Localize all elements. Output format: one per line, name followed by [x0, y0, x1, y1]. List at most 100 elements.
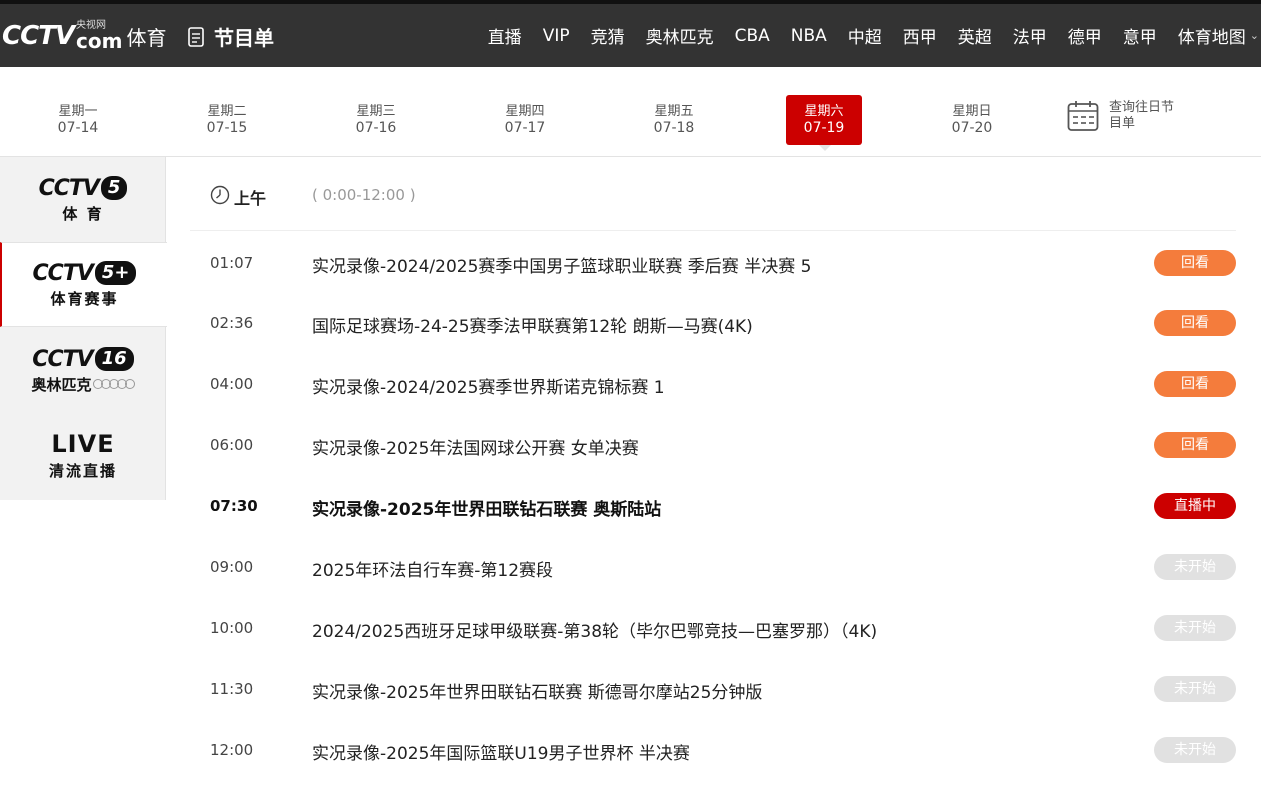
channel-number: 5+ [94, 261, 137, 285]
not-started-badge: 未开始 [1154, 676, 1236, 702]
nav-item-csl[interactable]: 中超 [848, 23, 882, 48]
program-title[interactable]: 实况录像-2024/2025赛季世界斯诺克锦标赛 1 [312, 373, 665, 398]
logo-com-text: com [76, 29, 123, 53]
program-time: 07:30 [210, 497, 258, 515]
program-title[interactable]: 实况录像-2025年法国网球公开赛 女单决赛 [312, 434, 639, 459]
replay-button[interactable]: 回看 [1154, 432, 1236, 458]
not-started-badge: 未开始 [1154, 554, 1236, 580]
day-date: 07-17 [504, 120, 546, 136]
nav-item-nba[interactable]: NBA [791, 26, 827, 46]
program-time: 11:30 [210, 680, 254, 698]
day-weekday: 星期五 [654, 104, 694, 119]
channel-live-stream[interactable]: LIVE 清流直播 [0, 413, 166, 498]
day-sunday[interactable]: 星期日 07-20 [934, 95, 1010, 145]
day-weekday: 星期二 [207, 104, 247, 119]
program-title: 2025年环法自行车赛-第12赛段 [312, 561, 554, 581]
logo-com-block: 央视网 com [76, 21, 123, 53]
day-date: 07-18 [653, 120, 695, 136]
program-row: 01:07 实况录像-2024/2025赛季中国男子篮球职业联赛 季后赛 半决赛… [190, 232, 1236, 293]
page-title-text: 节目单 [214, 26, 274, 50]
history-label-line2: 目单 [1109, 116, 1136, 131]
day-weekday: 星期三 [356, 104, 396, 119]
day-saturday-selected[interactable]: 星期六 07-19 [786, 95, 862, 151]
channel-logo: CCTV 5+ [33, 261, 137, 286]
nav-item-sports-map[interactable]: 体育地图 ⌄ [1178, 23, 1259, 48]
program-time: 06:00 [210, 436, 254, 454]
channel-subtitle: 清流直播 [48, 462, 117, 480]
history-lookup-button[interactable]: 查询往日节 目单 [1067, 100, 1174, 132]
clock-icon [210, 185, 230, 205]
day-weekday: 星期四 [505, 104, 545, 119]
nav-item-olympics[interactable]: 奥林匹克 [646, 23, 714, 48]
day-date: 07-14 [57, 120, 99, 136]
program-row: 10:00 2024/2025西班牙足球甲级联赛-第38轮（毕尔巴鄂竞技—巴塞罗… [190, 597, 1236, 658]
nav-item-bundesliga[interactable]: 德甲 [1068, 23, 1102, 48]
section-label: 上午 [234, 189, 267, 208]
section-header-morning: 上午 ( 0:00-12:00 ) [190, 157, 1236, 231]
program-title[interactable]: 实况录像-2025年世界田联钻石联赛 奥斯陆站 [312, 495, 661, 520]
day-weekday: 星期日 [952, 104, 992, 119]
replay-button[interactable]: 回看 [1154, 310, 1236, 336]
channel-sidebar: CCTV 5 体 育 CCTV 5+ 体育赛事 CCTV 16 奥林匹克 LIV… [0, 157, 167, 500]
nav-item-vip[interactable]: VIP [543, 26, 570, 46]
channel-subtitle: 体育赛事 [50, 289, 119, 308]
program-title: 2024/2025西班牙足球甲级联赛-第38轮（毕尔巴鄂竞技—巴塞罗那）（4K) [312, 622, 878, 642]
nav-item-live[interactable]: 直播 [488, 23, 522, 48]
day-weekday: 星期一 [58, 104, 98, 119]
week-selector: 星期一 07-14 星期二 07-15 星期三 07-16 星期四 07-17 … [0, 67, 1261, 157]
program-time: 04:00 [210, 375, 254, 393]
day-tuesday[interactable]: 星期二 07-15 [189, 95, 265, 145]
replay-button[interactable]: 回看 [1154, 250, 1236, 276]
day-date: 07-20 [951, 120, 993, 136]
page-title: 节目单 [188, 22, 274, 51]
day-wednesday[interactable]: 星期三 07-16 [338, 95, 414, 145]
channel-cctv16[interactable]: CCTV 16 奥林匹克 [0, 328, 166, 413]
channel-subtitle: 体 育 [62, 204, 104, 223]
section-time-range: ( 0:00-12:00 ) [312, 186, 416, 204]
nav-item-ligue1[interactable]: 法甲 [1013, 23, 1047, 48]
program-time: 09:00 [210, 558, 254, 576]
replay-button[interactable]: 回看 [1154, 371, 1236, 397]
nav-item-epl[interactable]: 英超 [958, 23, 992, 48]
nav-item-seriea[interactable]: 意甲 [1123, 23, 1157, 48]
channel-logo: CCTV 16 [32, 347, 134, 372]
not-started-badge: 未开始 [1154, 737, 1236, 763]
program-time: 12:00 [210, 741, 254, 759]
history-label: 查询往日节 目单 [1109, 100, 1174, 132]
program-title[interactable]: 实况录像-2024/2025赛季中国男子篮球职业联赛 季后赛 半决赛 5 [312, 252, 811, 277]
cctv-sports-logo[interactable]: CCTV 央视网 com 体育 [2, 12, 166, 60]
day-date: 07-15 [206, 120, 248, 136]
logo-sport-text: 体育 [126, 25, 167, 50]
logo-cctv-text: CCTV [2, 21, 75, 51]
channel-cctv5plus-selected[interactable]: CCTV 5+ 体育赛事 [0, 242, 167, 327]
channel-number: 16 [94, 347, 134, 371]
nav-item-quiz[interactable]: 竞猜 [591, 23, 625, 48]
program-row-live: 07:30 实况录像-2025年世界田联钻石联赛 奥斯陆站 直播中 [190, 475, 1236, 536]
live-now-button[interactable]: 直播中 [1154, 493, 1236, 519]
olympic-rings-icon [92, 379, 135, 389]
channel-logo-text: CCTV [32, 260, 94, 286]
program-time: 10:00 [210, 619, 254, 637]
program-title: 实况录像-2025年国际篮联U19男子世界杯 半决赛 [312, 744, 690, 764]
channel-subtitle-row: 奥林匹克 [31, 374, 135, 395]
program-time: 02:36 [210, 314, 254, 332]
nav-item-cba[interactable]: CBA [735, 26, 770, 46]
day-date: 07-16 [355, 120, 397, 136]
program-row: 12:00 实况录像-2025年国际篮联U19男子世界杯 半决赛 未开始 [190, 719, 1236, 780]
day-thursday[interactable]: 星期四 07-17 [487, 95, 563, 145]
program-title: 实况录像-2025年世界田联钻石联赛 斯德哥尔摩站25分钟版 [312, 683, 763, 703]
day-friday[interactable]: 星期五 07-18 [636, 95, 712, 145]
channel-subtitle: 奥林匹克 [31, 375, 92, 394]
program-time: 01:07 [210, 254, 254, 272]
program-row: 06:00 实况录像-2025年法国网球公开赛 女单决赛 回看 [190, 414, 1236, 475]
channel-cctv5[interactable]: CCTV 5 体 育 [0, 157, 166, 242]
top-header: CCTV 央视网 com 体育 节目单 直播 VIP 竞猜 奥林匹克 CBA N… [0, 0, 1261, 67]
channel-logo-text: CCTV [38, 175, 100, 201]
main-nav: 直播 VIP 竞猜 奥林匹克 CBA NBA 中超 西甲 英超 法甲 德甲 意甲… [467, 4, 1261, 67]
not-started-badge: 未开始 [1154, 615, 1236, 641]
day-weekday: 星期六 [804, 104, 844, 119]
day-monday[interactable]: 星期一 07-14 [40, 95, 116, 145]
nav-item-laliga[interactable]: 西甲 [903, 23, 937, 48]
program-title[interactable]: 国际足球赛场-24-25赛季法甲联赛第12轮 朗斯—马赛(4K) [312, 312, 753, 337]
nav-item-sports-map-label: 体育地图 [1177, 28, 1246, 48]
